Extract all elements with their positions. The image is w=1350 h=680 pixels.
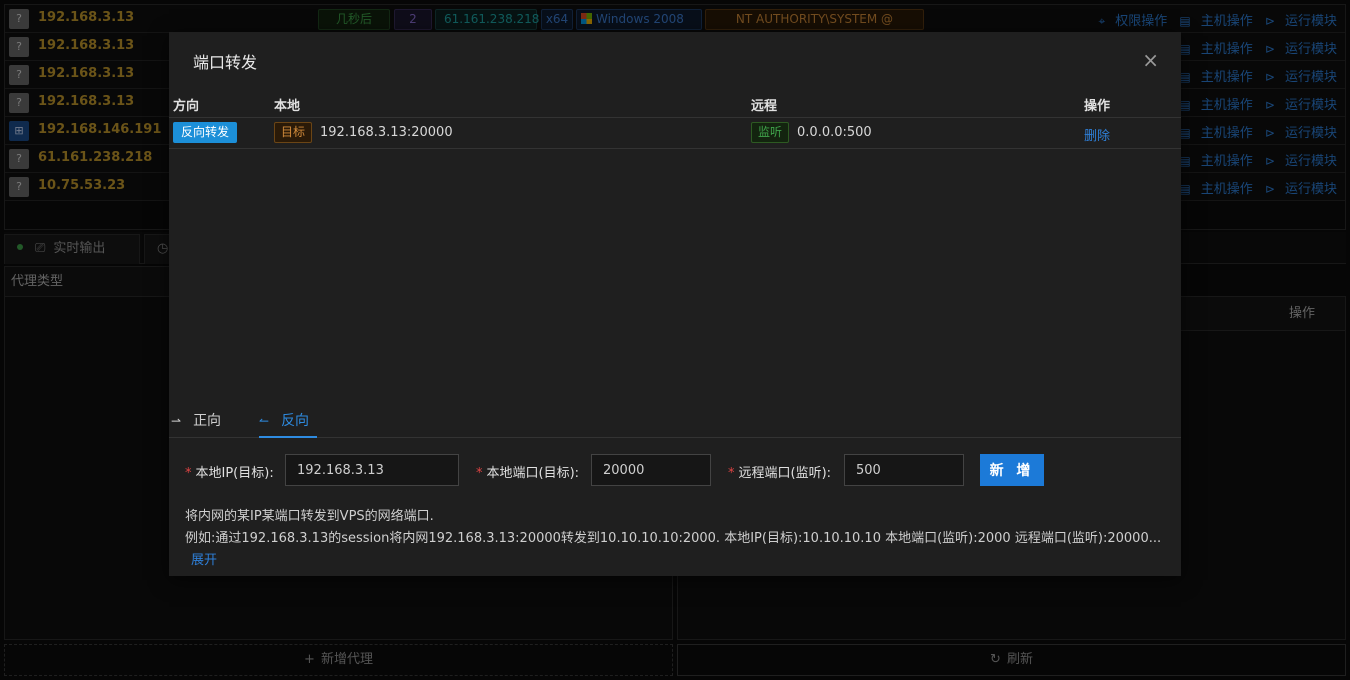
tab-forward-label: 正向 — [193, 413, 222, 429]
modal-title: 端口转发 — [193, 53, 258, 72]
local-ip-input[interactable] — [285, 454, 459, 486]
column-local: 本地 — [274, 99, 301, 114]
tab-forward[interactable]: ⇀ 正向 — [171, 410, 221, 438]
remote-port-label: * 远程端口(监听): — [728, 462, 831, 481]
description: 将内网的某IP某端口转发到VPS的网络端口. 例如:通过192.168.3.13… — [185, 506, 1175, 572]
description-line-2-text: 例如:通过192.168.3.13的session将内网192.168.3.13… — [185, 531, 1162, 546]
local-ip-label: * 本地IP(目标): — [185, 462, 274, 481]
arrow-right-icon: ⇀ — [171, 414, 182, 428]
local-port-label-text: 本地端口(目标): — [486, 466, 580, 481]
required-mark: * — [476, 466, 483, 481]
local-address: 192.168.3.13:20000 — [320, 125, 453, 140]
required-mark: * — [185, 466, 192, 481]
direction-cell: 反向转发 — [173, 122, 238, 143]
description-line-1: 将内网的某IP某端口转发到VPS的网络端口. — [185, 509, 434, 524]
target-badge: 目标 — [274, 122, 313, 143]
local-cell: 目标 192.168.3.13:20000 — [274, 122, 453, 143]
table-header: 方向 本地 远程 操作 — [169, 90, 1181, 118]
add-button[interactable]: 新 增 — [980, 454, 1044, 486]
required-mark: * — [728, 466, 735, 481]
arrow-left-icon: ↼ — [259, 414, 270, 428]
remote-cell: 监听 0.0.0.0:500 — [751, 122, 872, 143]
remote-port-input[interactable] — [844, 454, 964, 486]
delete-link[interactable]: 删除 — [1084, 125, 1110, 144]
port-forward-modal: 端口转发 × 方向 本地 远程 操作 反向转发 目标 192.168.3.13:2… — [169, 32, 1181, 576]
tab-reverse[interactable]: ↼ 反向 — [259, 410, 317, 438]
expand-link[interactable]: 展开 — [191, 553, 217, 568]
tab-reverse-label: 反向 — [281, 413, 310, 429]
direction-tabs: ⇀ 正向 ↼ 反向 — [169, 406, 1181, 438]
remote-port-label-text: 远程端口(监听): — [738, 466, 832, 481]
local-port-input[interactable] — [591, 454, 711, 486]
local-ip-label-text: 本地IP(目标): — [195, 466, 274, 481]
app-root: ? 192.168.3.13 几秒后 2 61.161.238.218 x64 … — [0, 0, 1350, 680]
remote-address: 0.0.0.0:500 — [797, 125, 872, 140]
direction-badge: 反向转发 — [173, 122, 238, 143]
port-forward-form: *本地IP(目标): *本地端口(目标): *远程端口(监听): 新 增 — [169, 454, 1181, 488]
description-line-2: 例如:通过192.168.3.13的session将内网192.168.3.13… — [185, 528, 1175, 572]
listen-badge: 监听 — [751, 122, 790, 143]
close-icon[interactable]: × — [1142, 48, 1159, 72]
column-direction: 方向 — [173, 99, 200, 114]
column-action: 操作 — [1084, 99, 1111, 114]
table-row: 反向转发 目标 192.168.3.13:20000 监听 0.0.0.0:500 … — [169, 118, 1181, 149]
local-port-label: * 本地端口(目标): — [476, 462, 579, 481]
column-remote: 远程 — [751, 99, 778, 114]
